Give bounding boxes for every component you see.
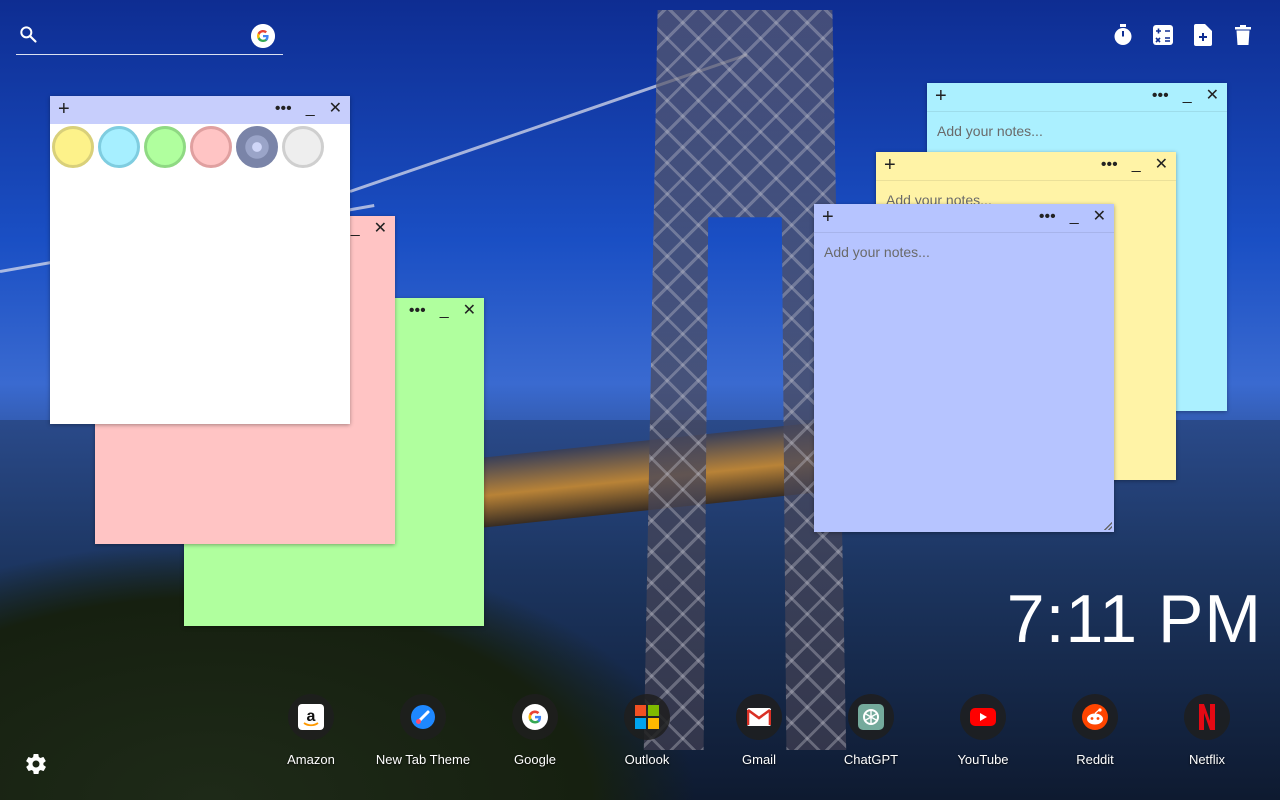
close-button[interactable]: ✕ [463,301,476,321]
close-button[interactable]: ✕ [1093,207,1106,227]
shortcut-label: Amazon [287,752,335,767]
close-button[interactable]: ✕ [1206,86,1219,106]
minimize-button[interactable]: _ [440,301,449,321]
clock: 7:11 PM [1006,581,1262,657]
google-icon [512,694,558,740]
shortcut-label: New Tab Theme [375,752,471,767]
wallpaper-bridge-deck [480,422,820,528]
youtube-icon [960,694,1006,740]
add-note-button[interactable]: + [884,154,896,177]
shortcut-outlook[interactable]: Outlook [591,694,703,767]
add-note-button[interactable]: + [935,85,947,108]
top-toolbar [1112,24,1254,46]
netflix-icon [1184,694,1230,740]
shortcut-label: Google [514,752,556,767]
note-text-area[interactable]: Add your notes... [824,244,930,260]
search-icon[interactable] [18,24,38,44]
reddit-icon [1072,694,1118,740]
minimize-button[interactable]: _ [1070,207,1079,227]
shortcut-label: ChatGPT [843,752,899,767]
shortcut-label: YouTube [957,752,1009,767]
chatgpt-icon [848,694,894,740]
color-swatch[interactable] [190,126,232,168]
note-header[interactable]: + ••• _ ✕ [814,204,1114,233]
more-options-button[interactable]: ••• [1039,207,1056,227]
minimize-button[interactable]: _ [1132,155,1141,175]
shortcut-new-tab-theme[interactable]: New Tab Theme [367,694,479,767]
shortcut-label: Reddit [1076,752,1114,767]
add-note-button[interactable]: + [58,98,70,121]
shortcut-reddit[interactable]: Reddit [1039,694,1151,767]
close-button[interactable]: ✕ [374,219,387,239]
sticky-note-color-picker[interactable]: + ••• _ ✕ [50,96,350,424]
more-options-button[interactable]: ••• [1101,155,1118,175]
google-g-icon[interactable] [251,24,275,48]
shortcut-youtube[interactable]: YouTube [927,694,1039,767]
settings-gear-icon[interactable] [24,752,48,776]
search-input[interactable] [52,24,246,50]
color-swatch[interactable] [236,126,278,168]
resize-handle[interactable] [1104,522,1112,530]
outlook-icon [624,694,670,740]
color-swatch[interactable] [282,126,324,168]
more-options-button[interactable]: ••• [409,301,426,321]
minimize-button[interactable]: _ [351,219,360,239]
color-swatch[interactable] [98,126,140,168]
new-note-icon[interactable] [1192,24,1214,46]
wallpaper-cable [349,53,748,193]
new-tab-theme-icon [400,694,446,740]
amazon-icon: a [288,694,334,740]
shortcut-netflix[interactable]: Netflix [1151,694,1263,767]
shortcut-amazon[interactable]: a Amazon [255,694,367,767]
search-bar [16,20,283,55]
shortcut-label: Outlook [624,752,670,767]
minimize-button[interactable]: _ [306,99,315,119]
svg-text:a: a [307,708,316,725]
shortcut-label: Gmail [742,752,776,767]
shortcut-google[interactable]: Google [479,694,591,767]
note-text-area[interactable]: Add your notes... [937,123,1043,139]
shortcut-gmail[interactable]: Gmail [703,694,815,767]
close-button[interactable]: ✕ [1155,155,1168,175]
color-swatch[interactable] [52,126,94,168]
trash-icon[interactable] [1232,24,1254,46]
note-header[interactable]: + ••• _ ✕ [50,96,350,124]
add-note-button[interactable]: + [822,206,834,229]
shortcut-bar: a Amazon New Tab Theme Google Outlook Gm… [255,694,1263,767]
color-palette [52,126,324,168]
shortcut-label: Netflix [1188,752,1226,767]
close-button[interactable]: ✕ [329,99,342,119]
note-header[interactable]: + ••• _ ✕ [876,152,1176,181]
note-header[interactable]: + ••• _ ✕ [927,83,1227,112]
minimize-button[interactable]: _ [1183,86,1192,106]
gmail-icon [736,694,782,740]
timer-icon[interactable] [1112,24,1134,46]
more-options-button[interactable]: ••• [275,99,292,119]
calculator-icon[interactable] [1152,24,1174,46]
sticky-note-blue[interactable]: + ••• _ ✕ Add your notes... [814,204,1114,532]
shortcut-chatgpt[interactable]: ChatGPT [815,694,927,767]
color-swatch[interactable] [144,126,186,168]
more-options-button[interactable]: ••• [1152,86,1169,106]
